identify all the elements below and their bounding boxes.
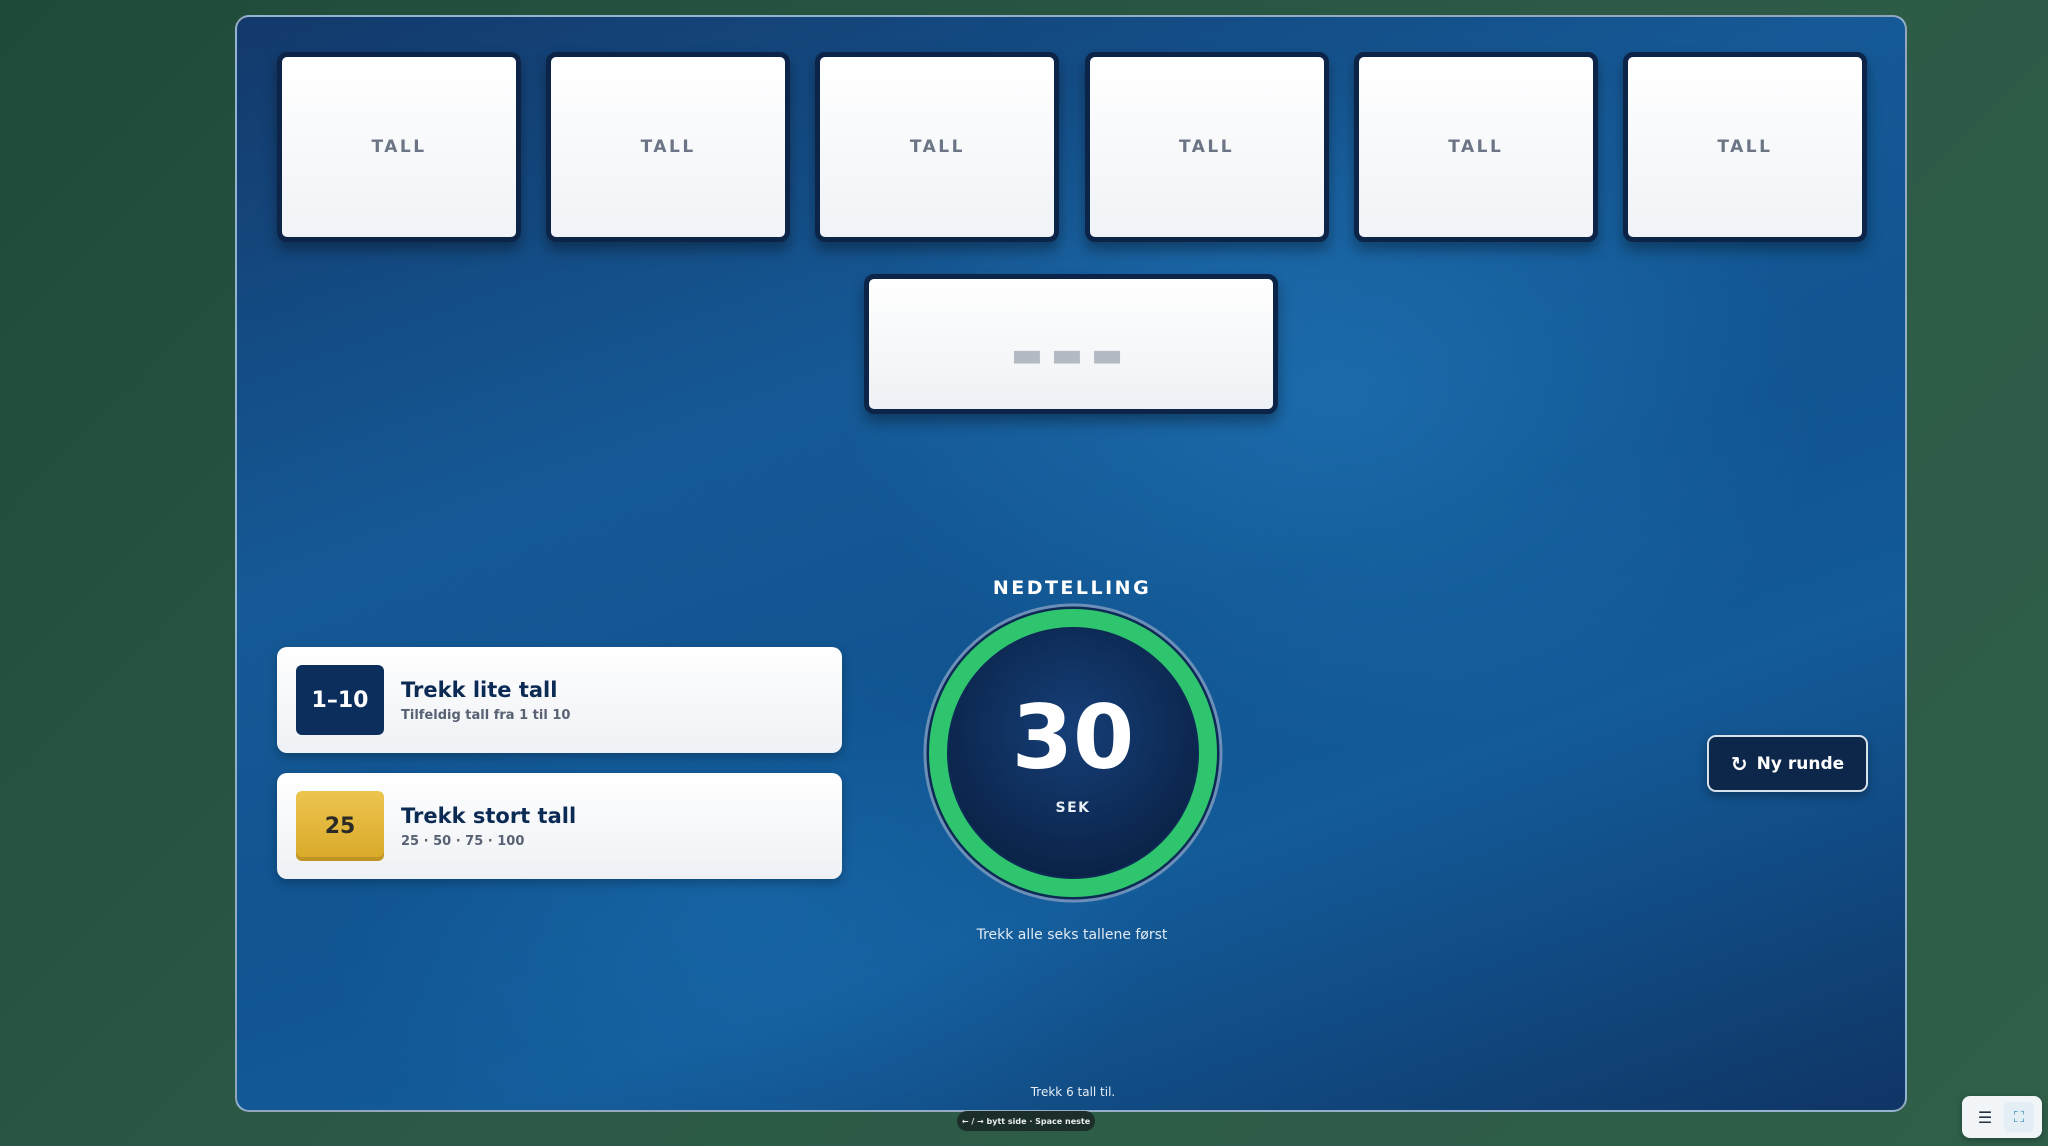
draw-large-subtitle: 25 · 50 · 75 · 100 [401,833,525,849]
small-number-badge: 1–10 [296,665,384,735]
tile-label: TALL [1448,137,1504,157]
fullscreen-icon[interactable]: ⛶ [2004,1102,2034,1132]
large-number-badge: 25 [296,791,384,861]
draw-small-text: Trekk lite tall Tilfeldig tall fra 1 til… [401,678,570,723]
number-tile-1: TALL [277,52,521,242]
menu-icon[interactable]: ☰ [1970,1102,2000,1132]
countdown-seconds: 30 [1011,686,1135,789]
number-tile-6: TALL [1622,52,1867,242]
target-placeholder: ▬▬▬ [1010,335,1132,375]
new-round-label: Ny runde [1756,753,1845,774]
number-tile-4: TALL [1084,52,1329,242]
draw-large-text: Trekk stort tall 25 · 50 · 75 · 100 [401,804,576,849]
tile-label: TALL [1717,137,1773,157]
new-round-button[interactable]: ↻ Ny runde [1707,735,1868,792]
refresh-icon: ↻ [1730,751,1748,776]
countdown-unit: SEK [1055,800,1091,816]
countdown-hint: Trekk alle seks tallene først [976,927,1168,943]
draw-small-subtitle: Tilfeldig tall fra 1 til 10 [401,707,571,723]
tile-label: TALL [640,137,696,157]
keyboard-hint: ← / → bytt side · Space neste [957,1111,1095,1131]
target-number-display: ▬▬▬ [864,274,1278,414]
number-tile-5: TALL [1353,52,1598,242]
draw-large-number-button[interactable]: 25 Trekk stort tall 25 · 50 · 75 · 100 [277,773,842,879]
countdown-label: NEDTELLING [992,577,1152,599]
corner-controls: ☰ ⛶ [1962,1096,2042,1138]
tile-label: TALL [909,137,965,157]
draw-actions: 1–10 Trekk lite tall Tilfeldig tall fra … [277,647,842,899]
number-tile-3: TALL [815,52,1060,242]
countdown-timer: 30 SEK [922,602,1224,904]
tile-label: TALL [371,137,427,157]
draw-small-number-button[interactable]: 1–10 Trekk lite tall Tilfeldig tall fra … [277,647,842,753]
draw-large-title: Trekk stort tall [401,803,577,828]
tile-label: TALL [1179,137,1235,157]
number-tile-2: TALL [546,52,791,242]
game-stage: TALL TALL TALL TALL TALL TALL ▬▬▬ 1–10 T… [235,15,1907,1112]
draw-small-title: Trekk lite tall [401,677,558,702]
status-message: Trekk 6 tall til. [1030,1085,1116,1099]
number-tiles: TALL TALL TALL TALL TALL TALL [277,52,1867,260]
